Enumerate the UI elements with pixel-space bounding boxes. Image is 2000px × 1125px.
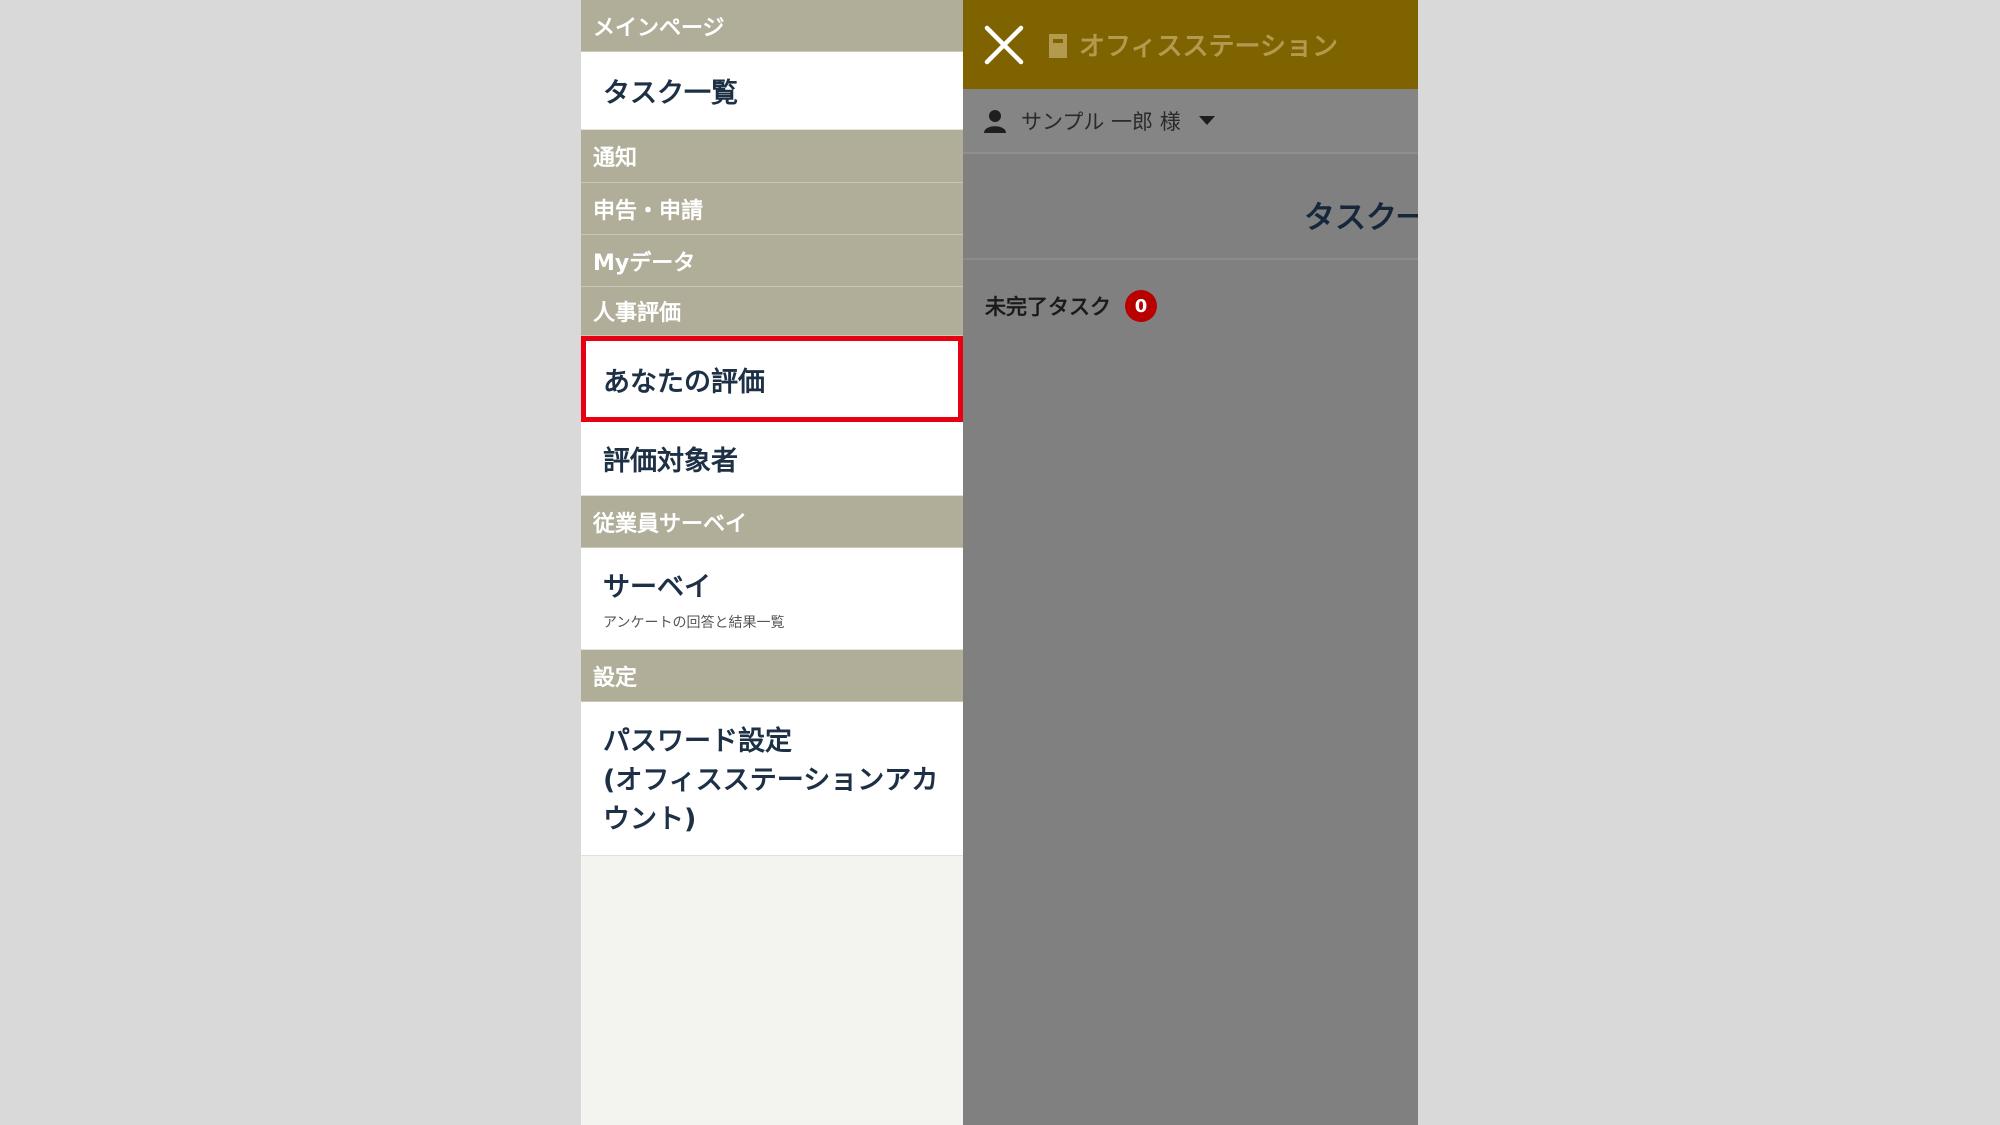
page-title: タスク一	[1304, 200, 1418, 236]
menu-section-employee-survey[interactable]: 従業員サーベイ	[581, 496, 963, 548]
menu-section-my-data[interactable]: Myデータ	[581, 235, 963, 287]
chevron-down-icon[interactable]	[1198, 116, 1215, 125]
pending-tasks-label: 未完了タスク	[985, 295, 1111, 319]
menu-item-password-settings[interactable]: パスワード設定 (オフィスステーションアカ ウント)	[581, 702, 963, 856]
menu-item-task-list[interactable]: タスク一覧	[581, 52, 963, 130]
menu-section-main-page[interactable]: メインページ	[581, 0, 963, 52]
brand-icon	[1049, 33, 1067, 58]
survey-sublabel: アンケートの回答と結果一覧	[603, 615, 785, 631]
menu-section-hr-evaluation[interactable]: 人事評価	[581, 287, 963, 336]
pending-tasks[interactable]: 未完了タスク 0	[963, 290, 1418, 322]
survey-label: サーベイ	[603, 572, 711, 603]
page-header: タスク一	[963, 154, 1418, 260]
brand-logo[interactable]: オフィスステーション	[1047, 26, 1338, 63]
brand-name: オフィスステーション	[1079, 32, 1338, 62]
side-menu: メインページ タスク一覧 通知 申告・申請 Myデータ 人事評価 あなたの評価 …	[581, 0, 963, 1125]
user-menu[interactable]: サンプル 一郎 様	[963, 89, 1418, 154]
menu-section-application[interactable]: 申告・申請	[581, 183, 963, 235]
close-icon[interactable]	[983, 24, 1025, 66]
menu-item-your-evaluation[interactable]: あなたの評価	[581, 336, 963, 422]
user-icon	[984, 109, 1006, 133]
password-label-line3: ウント)	[603, 804, 697, 835]
menu-item-survey[interactable]: サーベイ アンケートの回答と結果一覧	[581, 548, 963, 650]
main-panel: オフィスステーション サンプル 一郎 様 タスク一 未完了タスク 0	[963, 0, 1418, 1125]
menu-item-evaluation-targets[interactable]: 評価対象者	[581, 422, 963, 496]
password-label-line2: (オフィスステーションアカ	[603, 765, 939, 796]
app-frame: メインページ タスク一覧 通知 申告・申請 Myデータ 人事評価 あなたの評価 …	[581, 0, 1418, 1125]
user-name: サンプル 一郎 様	[1021, 109, 1181, 134]
pending-count-badge: 0	[1125, 290, 1157, 322]
app-bar: オフィスステーション	[963, 0, 1418, 89]
password-label-line1: パスワード設定	[603, 726, 792, 757]
menu-section-notification[interactable]: 通知	[581, 130, 963, 183]
menu-section-settings[interactable]: 設定	[581, 650, 963, 702]
